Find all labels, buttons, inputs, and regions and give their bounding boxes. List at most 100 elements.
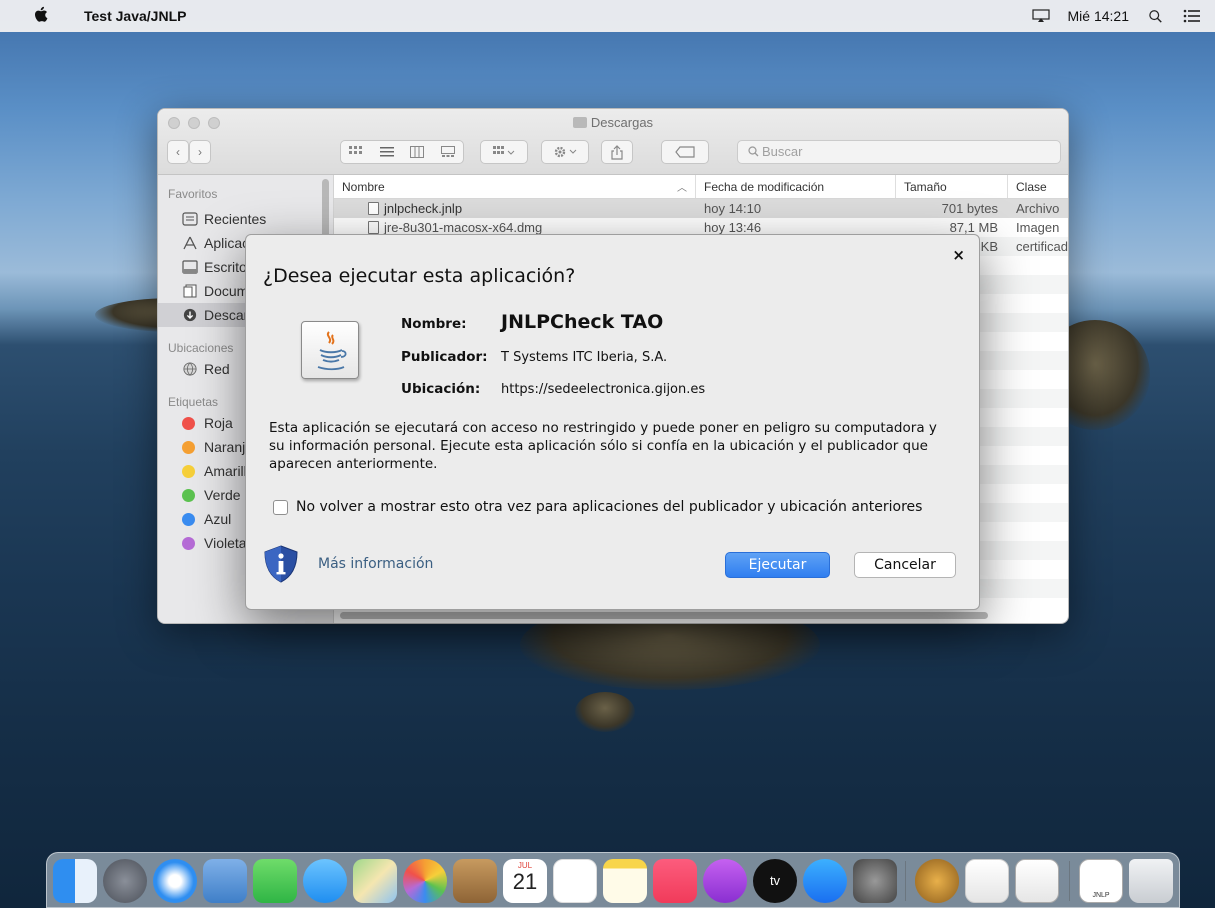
java-icon[interactable] <box>1015 859 1059 903</box>
calendar-icon[interactable]: JUL 21 <box>503 859 547 903</box>
window-title-text: Descargas <box>590 115 654 130</box>
back-button[interactable]: ‹ <box>167 140 189 164</box>
gallery-view-icon[interactable] <box>440 146 455 158</box>
dont-show-again-label: No volver a mostrar esto otra vez para a… <box>296 499 923 515</box>
location-value: https://sedeelectronica.gijon.es <box>501 382 706 397</box>
notification-center-icon[interactable] <box>1183 9 1201 23</box>
horizontal-scrollbar[interactable] <box>340 612 988 619</box>
file-size: 701 bytes <box>941 201 998 216</box>
column-view-icon[interactable] <box>410 146 425 158</box>
file-kind: Imagen <box>1016 220 1060 235</box>
contacts-icon[interactable] <box>453 859 497 903</box>
dont-show-again-checkbox[interactable] <box>273 499 288 515</box>
photos-icon[interactable] <box>403 859 447 903</box>
document-icon <box>368 202 379 215</box>
publisher-label: Publicador: <box>401 349 488 365</box>
location-row: Ubicación: https://sedeelectronica.gijon… <box>401 381 705 397</box>
view-mode-group <box>340 140 464 164</box>
column-header-size[interactable]: Tamaño <box>896 175 1008 198</box>
sidebar-section-favorites: Favoritos <box>168 187 218 201</box>
reminders-icon[interactable] <box>553 859 597 903</box>
podcasts-icon[interactable] <box>703 859 747 903</box>
list-view-icon[interactable] <box>379 146 394 158</box>
sidebar-item-label: Azul <box>204 511 232 527</box>
column-header-kind[interactable]: Clase <box>1008 175 1068 198</box>
sidebar-item-recientes[interactable]: Recientes <box>158 207 333 231</box>
run-button[interactable]: Ejecutar <box>725 552 830 578</box>
facetime-icon[interactable] <box>253 859 297 903</box>
cancel-button[interactable]: Cancelar <box>854 552 956 578</box>
file-kind: Archivo <box>1016 201 1060 216</box>
java-logo-icon <box>301 321 359 379</box>
tags-button[interactable] <box>661 140 709 164</box>
file-name-cell: jnlpcheck.jnlp <box>334 201 696 216</box>
messages-icon[interactable] <box>303 859 347 903</box>
tv-label: tv <box>769 873 781 888</box>
action-menu-button[interactable] <box>541 140 589 164</box>
file-name: jre-8u301-macosx-x64.dmg <box>384 220 543 235</box>
yellow-tag-icon <box>182 464 195 478</box>
system-preferences-icon[interactable] <box>853 859 897 903</box>
file-name-cell: jre-8u301-macosx-x64.dmg <box>334 220 696 235</box>
publisher-row: Publicador: T Systems ITC Iberia, S.A. <box>401 349 667 365</box>
jnlp-file-icon[interactable]: JNLP <box>1079 859 1123 903</box>
menubar-clock[interactable]: Mié 14:21 <box>1068 8 1129 24</box>
red-tag-icon <box>182 416 195 430</box>
jnlp-label: JNLP <box>1092 892 1110 899</box>
notes-icon[interactable] <box>603 859 647 903</box>
menu-bar: Test Java/JNLP Mié 14:21 <box>0 0 1215 32</box>
recents-icon <box>182 212 198 226</box>
wallpaper-island <box>575 692 635 732</box>
location-label: Ubicación: <box>401 381 481 397</box>
purple-tag-icon <box>182 536 195 550</box>
sidebar-item-label: Roja <box>204 415 233 431</box>
tv-icon[interactable]: tv <box>753 859 797 903</box>
apple-menu-icon[interactable] <box>33 6 49 24</box>
green-tag-icon <box>182 488 195 502</box>
folder-icon <box>572 117 587 128</box>
safari-icon[interactable] <box>153 859 197 903</box>
network-icon <box>183 362 197 376</box>
blue-tag-icon <box>182 512 195 526</box>
dialog-close-button[interactable]: × <box>952 246 965 264</box>
music-icon[interactable] <box>653 859 697 903</box>
preview-icon[interactable] <box>203 859 247 903</box>
screen-mirroring-icon[interactable] <box>1031 9 1050 23</box>
search-input[interactable]: Buscar <box>737 140 1061 164</box>
keychain-icon[interactable] <box>915 859 959 903</box>
file-row[interactable]: jnlpcheck.jnlp hoy 14:10 701 bytes Archi… <box>334 199 1068 218</box>
dont-show-again-option[interactable]: No volver a mostrar esto otra vez para a… <box>273 499 922 515</box>
column-header-name[interactable]: Nombre ︿ <box>334 175 696 198</box>
launchpad-icon[interactable] <box>103 859 147 903</box>
file-list-header: Nombre ︿ Fecha de modificación Tamaño Cla… <box>334 175 1068 199</box>
column-header-label: Nombre <box>342 179 385 194</box>
trash-icon[interactable] <box>1129 859 1173 903</box>
dock-separator <box>1069 861 1070 901</box>
active-app-name[interactable]: Test Java/JNLP <box>84 8 186 24</box>
file-date: hoy 14:10 <box>704 201 762 216</box>
app-store-icon[interactable] <box>803 859 847 903</box>
finder-icon[interactable] <box>53 859 97 903</box>
document-icon <box>368 221 379 234</box>
forward-button[interactable]: › <box>189 140 211 164</box>
maps-icon[interactable] <box>353 859 397 903</box>
textedit-icon[interactable] <box>965 859 1009 903</box>
documents-icon <box>183 284 197 298</box>
more-info-link[interactable]: Más información <box>318 556 433 572</box>
share-button[interactable] <box>601 140 633 164</box>
orange-tag-icon <box>182 440 195 454</box>
info-shield-icon <box>264 545 298 583</box>
publisher-value: T Systems ITC Iberia, S.A. <box>501 350 668 365</box>
file-date: hoy 13:46 <box>704 220 762 235</box>
group-by-button[interactable] <box>480 140 528 164</box>
window-title: Descargas <box>158 115 1068 130</box>
dock-separator <box>905 861 906 901</box>
file-size: 87,1 MB <box>949 220 998 235</box>
file-name: jnlpcheck.jnlp <box>384 201 463 216</box>
spotlight-search-icon[interactable] <box>1147 9 1165 23</box>
sidebar-item-label: Recientes <box>204 211 267 227</box>
calendar-day: 21 <box>512 869 538 894</box>
column-header-date[interactable]: Fecha de modificación <box>696 175 896 198</box>
icon-view-icon[interactable] <box>349 146 363 158</box>
dock: JUL 21 tv JNLP <box>46 852 1180 908</box>
